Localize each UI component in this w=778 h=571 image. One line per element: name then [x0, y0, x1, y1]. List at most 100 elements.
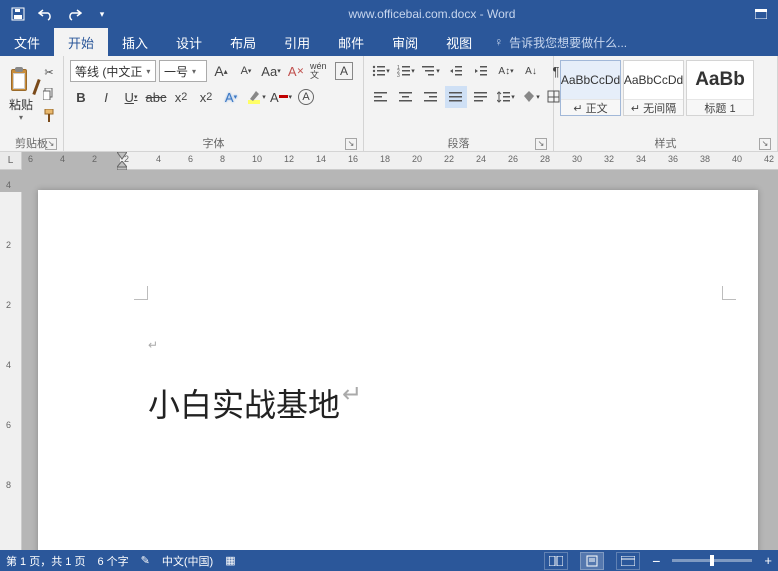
font-color-icon[interactable]: A▾ [270, 86, 292, 108]
ruler-horizontal[interactable]: L 64224681012141618202224262830323436384… [0, 152, 778, 170]
align-center-icon[interactable] [395, 86, 417, 108]
paste-button[interactable]: 粘贴 ▾ [6, 58, 36, 130]
ruler-tick: 40 [732, 154, 742, 164]
clipboard-launcher-icon[interactable]: ↘ [45, 138, 57, 150]
numbering-icon[interactable]: 123▾ [395, 60, 417, 82]
style-nospacing[interactable]: AaBbCcDd ↵ 无间隔 [623, 60, 684, 116]
document-text[interactable]: 小白实战基地↵ [148, 380, 362, 426]
style-normal[interactable]: AaBbCcDd ↵ 正文 [560, 60, 621, 116]
font-launcher-icon[interactable]: ↘ [345, 138, 357, 150]
view-print-icon[interactable] [580, 552, 604, 570]
status-proofing-icon[interactable]: ✎ [141, 554, 150, 567]
tell-me[interactable]: ♀ 告诉我您想要做什么... [486, 28, 635, 56]
tab-design[interactable]: 设计 [162, 28, 216, 56]
status-page[interactable]: 第 1 页，共 1 页 [6, 553, 85, 569]
line-spacing-icon[interactable]: ▾ [495, 86, 517, 108]
zoom-out-icon[interactable]: − [652, 553, 660, 569]
underline-icon[interactable]: U▾ [120, 86, 142, 108]
increase-indent-icon[interactable] [470, 60, 492, 82]
ruler-tick: 8 [220, 154, 225, 164]
bold-icon[interactable]: B [70, 86, 92, 108]
tab-file[interactable]: 文件 [0, 28, 54, 56]
italic-icon[interactable]: I [95, 86, 117, 108]
change-case-icon[interactable]: Aa▾ [260, 60, 282, 82]
ruler-tick: 36 [668, 154, 678, 164]
ruler-tick: 4 [156, 154, 161, 164]
phonetic-guide-icon[interactable]: wén文 [310, 60, 332, 82]
view-read-icon[interactable] [544, 552, 568, 570]
group-styles: AaBbCcDd ↵ 正文 AaBbCcDd ↵ 无间隔 AaBb 标题 1 样… [554, 56, 778, 151]
style-heading1[interactable]: AaBb 标题 1 [686, 60, 754, 116]
style-preview: AaBbCcDd [624, 61, 683, 99]
styles-launcher-icon[interactable]: ↘ [759, 138, 771, 150]
paragraph-launcher-icon[interactable]: ↘ [535, 138, 547, 150]
ruler-tick: 2 [6, 240, 11, 250]
shading-icon[interactable]: ▾ [520, 86, 542, 108]
ruler-tick: 32 [604, 154, 614, 164]
ruler-tick: 2 [6, 300, 11, 310]
format-painter-icon[interactable] [40, 106, 58, 126]
bullets-icon[interactable]: ▾ [370, 60, 392, 82]
tab-selector-icon[interactable]: L [0, 152, 22, 169]
font-size-combo[interactable]: 一号▾ [159, 60, 207, 82]
highlight-icon[interactable]: ▾ [245, 86, 267, 108]
view-web-icon[interactable] [616, 552, 640, 570]
group-paragraph: ▾ 123▾ ▾ A↕▾ A↓ ¶ ▾ ▾ ▾ 段落↘ [364, 56, 554, 151]
ribbon: 粘贴 ▾ ✂ 剪贴板↘ 等线 (中文正▾ 一号▾ A▴ A▾ Aa▾ A✕ wé… [0, 56, 778, 152]
tab-references[interactable]: 引用 [270, 28, 324, 56]
status-language[interactable]: 中文(中国) [162, 553, 213, 569]
zoom-slider[interactable] [672, 559, 752, 562]
ruler-tick: 34 [636, 154, 646, 164]
clear-format-icon[interactable]: A✕ [285, 60, 307, 82]
char-border-icon[interactable]: A [335, 62, 353, 80]
enclose-char-icon[interactable]: A [295, 86, 317, 108]
ruler-tick: 6 [6, 420, 11, 430]
superscript-icon[interactable]: x2 [195, 86, 217, 108]
ruler-vertical[interactable]: 422468 [0, 170, 22, 550]
undo-icon[interactable] [34, 2, 58, 26]
title-bar: ▾ www.officebai.com.docx - Word [0, 0, 778, 28]
subscript-icon[interactable]: x2 [170, 86, 192, 108]
tab-review[interactable]: 审阅 [378, 28, 432, 56]
save-icon[interactable] [6, 2, 30, 26]
tab-insert[interactable]: 插入 [108, 28, 162, 56]
page[interactable]: ↵ 小白实战基地↵ [38, 190, 758, 550]
ruler-tick: 4 [6, 180, 11, 190]
grow-font-icon[interactable]: A▴ [210, 60, 232, 82]
font-name-combo[interactable]: 等线 (中文正▾ [70, 60, 156, 82]
multilevel-icon[interactable]: ▾ [420, 60, 442, 82]
ruler-tick: 16 [348, 154, 358, 164]
strikethrough-icon[interactable]: abc [145, 86, 167, 108]
status-macros-icon[interactable]: ▦ [225, 554, 235, 567]
group-label-styles: 样式↘ [560, 135, 771, 151]
redo-icon[interactable] [62, 2, 86, 26]
paragraph-mark: ↵ [148, 338, 158, 352]
tab-view[interactable]: 视图 [432, 28, 486, 56]
asian-layout-icon[interactable]: A↕▾ [495, 60, 517, 82]
group-label-clipboard: 剪贴板↘ [6, 135, 57, 151]
align-right-icon[interactable] [420, 86, 442, 108]
decrease-indent-icon[interactable] [445, 60, 467, 82]
ruler-tick: 12 [284, 154, 294, 164]
shrink-font-icon[interactable]: A▾ [235, 60, 257, 82]
ruler-tick: 14 [316, 154, 326, 164]
zoom-in-icon[interactable]: + [764, 553, 772, 568]
paste-icon [6, 66, 36, 94]
align-left-icon[interactable] [370, 86, 392, 108]
tab-layout[interactable]: 布局 [216, 28, 270, 56]
tab-mailings[interactable]: 邮件 [324, 28, 378, 56]
align-justify-icon[interactable] [445, 86, 467, 108]
paste-label: 粘贴 [9, 96, 33, 113]
sort-icon[interactable]: A↓ [520, 60, 542, 82]
ruler-tick: 4 [60, 154, 65, 164]
ruler-tick: 8 [6, 480, 11, 490]
copy-icon[interactable] [40, 84, 58, 104]
ribbon-display-icon[interactable] [744, 0, 778, 28]
cut-icon[interactable]: ✂ [40, 62, 58, 82]
document-area[interactable]: ↵ 小白实战基地↵ [22, 170, 778, 550]
align-distribute-icon[interactable] [470, 86, 492, 108]
status-words[interactable]: 6 个字 [97, 553, 128, 569]
text-effects-icon[interactable]: A▾ [220, 86, 242, 108]
qat-customize-icon[interactable]: ▾ [90, 2, 114, 26]
tab-home[interactable]: 开始 [54, 28, 108, 56]
